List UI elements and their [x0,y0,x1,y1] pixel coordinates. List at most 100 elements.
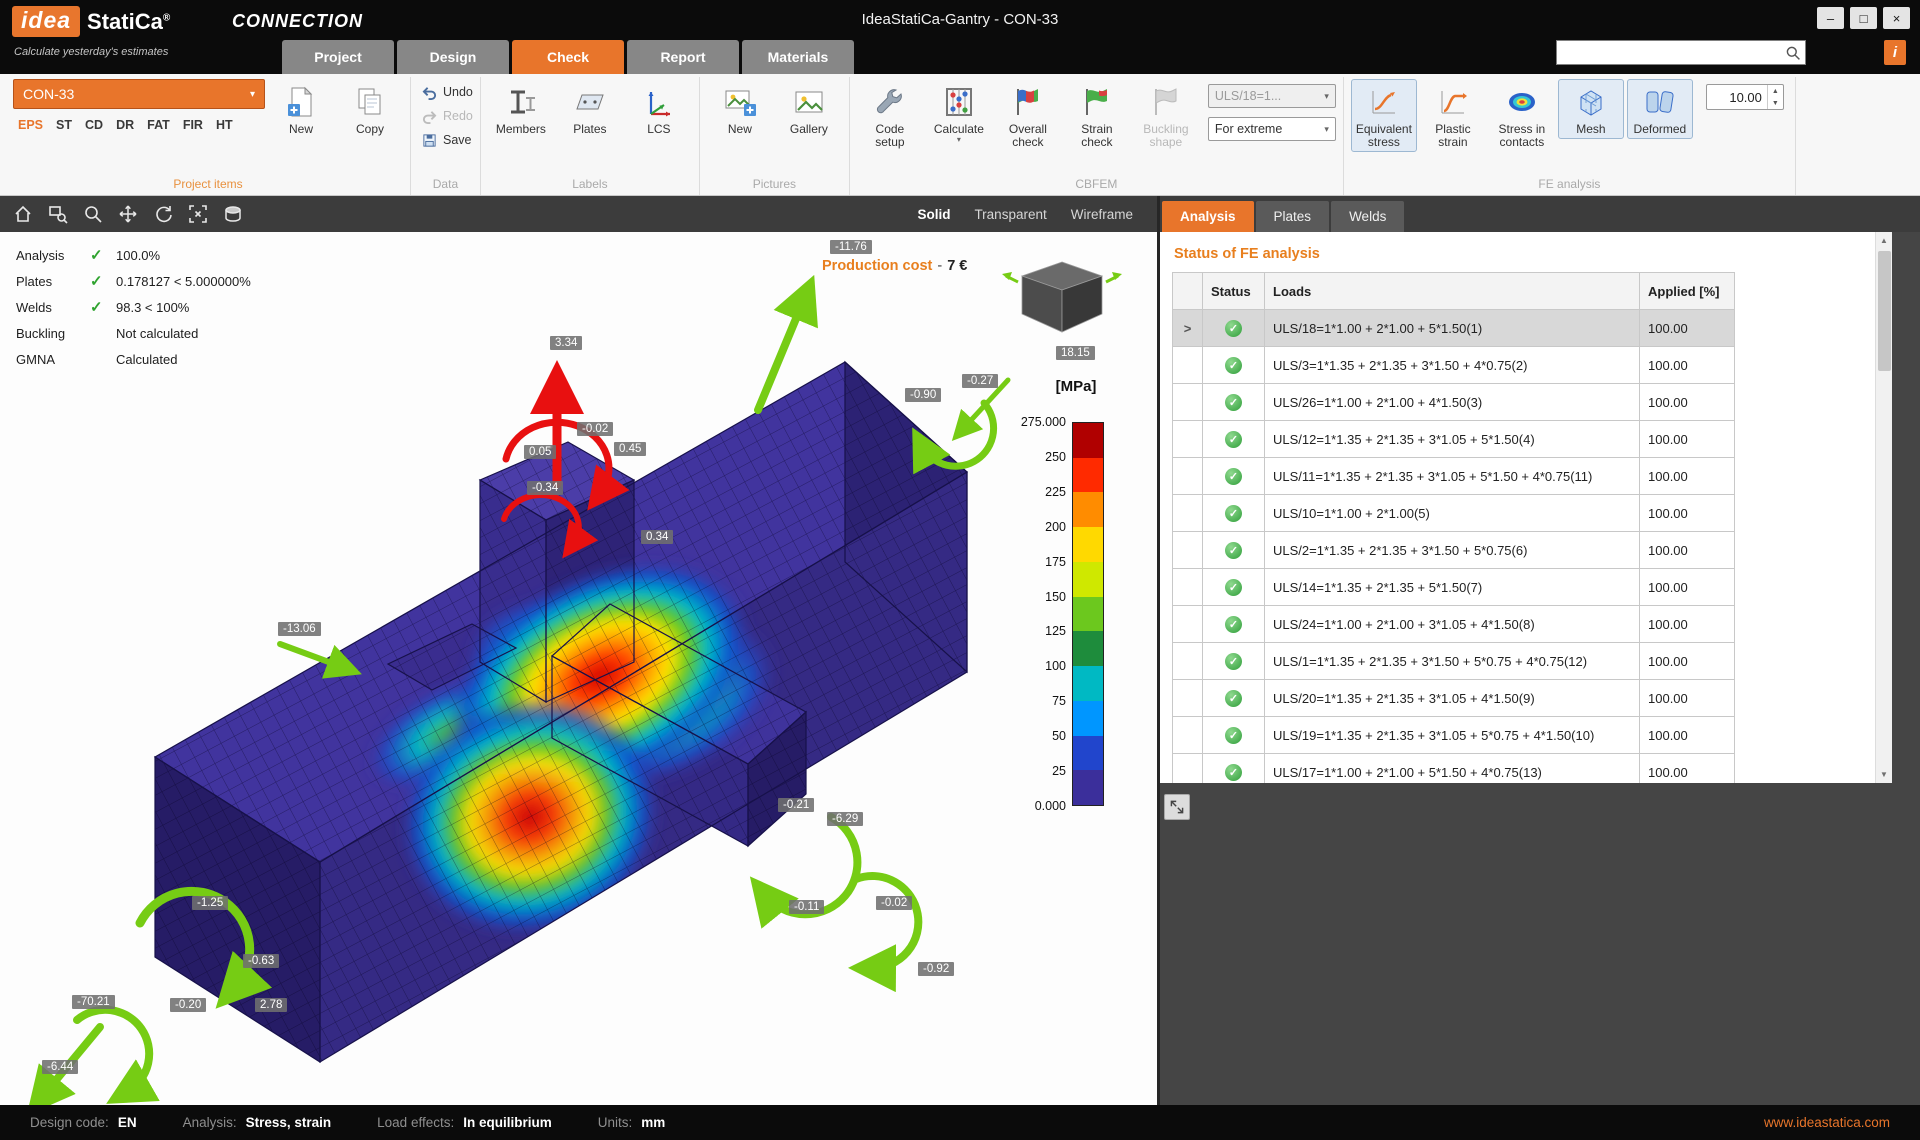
spinner-up-icon[interactable]: ▲ [1768,85,1783,97]
ribbon-tab-design[interactable]: Design [397,40,509,74]
fit-view-icon[interactable] [183,200,213,228]
mode-st[interactable]: ST [56,118,72,132]
calculate-button[interactable]: Calculate ▾ [926,79,992,147]
pan-icon[interactable] [113,200,143,228]
project-item-dropdown[interactable]: CON-33▾ [13,79,265,109]
lcs-labels-button[interactable]: LCS [626,79,692,139]
row-expander[interactable] [1173,643,1203,680]
panel-tab-welds[interactable]: Welds [1331,201,1404,232]
panel-tab-plates[interactable]: Plates [1256,201,1330,232]
panel-tab-analysis[interactable]: Analysis [1162,201,1254,232]
row-expander[interactable]: > [1173,310,1203,347]
row-expander[interactable] [1173,680,1203,717]
table-row[interactable]: ✓ULS/19=1*1.35 + 2*1.35 + 3*1.05 + 5*0.7… [1173,717,1735,754]
model-canvas[interactable]: Analysis✓100.0%Plates✓0.178127 < 5.00000… [0,232,1157,1105]
mode-fir[interactable]: FIR [183,118,203,132]
ribbon-tab-check[interactable]: Check [512,40,624,74]
mode-ht[interactable]: HT [216,118,233,132]
table-row[interactable]: ✓ULS/2=1*1.35 + 2*1.35 + 3*1.50 + 5*0.75… [1173,532,1735,569]
new-item-button[interactable]: New [268,79,334,139]
load-case-dropdown[interactable]: ULS/18=1...▾ [1208,84,1336,108]
table-row[interactable]: ✓ULS/14=1*1.35 + 2*1.35 + 5*1.50(7)100.0… [1173,569,1735,606]
scale-value[interactable]: 10.00 [1707,85,1767,109]
mode-eps[interactable]: EPS [18,118,43,132]
ribbon-tab-report[interactable]: Report [627,40,739,74]
panel-expand-button[interactable] [1164,794,1190,820]
section-cut-icon[interactable] [218,200,248,228]
table-row[interactable]: ✓ULS/20=1*1.35 + 2*1.35 + 3*1.05 + 4*1.5… [1173,680,1735,717]
equivalent-stress-button[interactable]: Equivalent stress [1351,79,1417,152]
ribbon-tab-materials[interactable]: Materials [742,40,854,74]
table-row[interactable]: >✓ULS/18=1*1.00 + 2*1.00 + 5*1.50(1)100.… [1173,310,1735,347]
deformed-icon [1643,85,1677,119]
close-button[interactable]: × [1883,7,1910,29]
plastic-strain-button[interactable]: Plastic strain [1420,79,1486,152]
new-picture-button[interactable]: New [707,79,773,139]
ribbon-tab-project[interactable]: Project [282,40,394,74]
status-item-value: 0.178127 < 5.000000% [116,274,251,289]
zoom-icon[interactable] [78,200,108,228]
row-expander[interactable] [1173,717,1203,754]
table-row[interactable]: ✓ULS/24=1*1.00 + 2*1.00 + 3*1.05 + 4*1.5… [1173,606,1735,643]
overall-check-button[interactable]: Overall check [995,79,1061,152]
plates-labels-button[interactable]: Plates [557,79,623,139]
maximize-button[interactable]: □ [1850,7,1877,29]
scale-segment [1073,527,1103,562]
table-row[interactable]: ✓ULS/12=1*1.35 + 2*1.35 + 3*1.05 + 5*1.5… [1173,421,1735,458]
stress-in-contacts-button[interactable]: Stress in contacts [1489,79,1555,152]
table-row[interactable]: ✓ULS/11=1*1.35 + 2*1.35 + 3*1.05 + 5*1.5… [1173,458,1735,495]
row-expander[interactable] [1173,569,1203,606]
rotate-icon[interactable] [148,200,178,228]
row-expander[interactable] [1173,495,1203,532]
members-labels-button[interactable]: Members [488,79,554,139]
deformed-button[interactable]: Deformed [1627,79,1693,139]
scrollbar-thumb[interactable] [1878,251,1891,371]
spinner-down-icon[interactable]: ▼ [1768,97,1783,109]
row-expander[interactable] [1173,384,1203,421]
scroll-up-icon[interactable]: ▲ [1876,232,1892,249]
row-status: ✓ [1203,680,1265,717]
table-row[interactable]: ✓ULS/10=1*1.00 + 2*1.00(5)100.00 [1173,495,1735,532]
gallery-button[interactable]: Gallery [776,79,842,139]
extreme-dropdown[interactable]: For extreme▾ [1208,117,1336,141]
home-view-icon[interactable] [8,200,38,228]
zoom-window-icon[interactable] [43,200,73,228]
table-row[interactable]: ✓ULS/3=1*1.35 + 2*1.35 + 3*1.50 + 4*0.75… [1173,347,1735,384]
row-expander[interactable] [1173,347,1203,384]
view-mode-wireframe[interactable]: Wireframe [1071,207,1133,222]
mode-cd[interactable]: CD [85,118,103,132]
mesh-button[interactable]: Mesh [1558,79,1624,139]
table-row[interactable]: ✓ULS/26=1*1.00 + 2*1.00 + 4*1.50(3)100.0… [1173,384,1735,421]
table-row[interactable]: ✓ULS/1=1*1.35 + 2*1.35 + 3*1.50 + 5*0.75… [1173,643,1735,680]
search-input[interactable] [1557,45,1781,60]
website-link[interactable]: www.ideastatica.com [1764,1115,1890,1130]
strain-check-button[interactable]: Strain check [1064,79,1130,152]
save-button[interactable]: Save [422,130,473,150]
panel-scrollbar[interactable]: ▲ ▼ [1875,232,1892,783]
idea-logo-box: idea [12,6,80,37]
minimize-button[interactable]: – [1817,7,1844,29]
view-mode-solid[interactable]: Solid [917,207,950,222]
row-status: ✓ [1203,458,1265,495]
calculate-dropdown-arrow[interactable]: ▾ [957,136,961,144]
undo-button[interactable]: Undo [422,82,473,102]
mode-dr[interactable]: DR [116,118,134,132]
code-setup-button[interactable]: Code setup [857,79,923,152]
mode-fat[interactable]: FAT [147,118,170,132]
row-expander[interactable] [1173,458,1203,495]
row-expander[interactable] [1173,754,1203,784]
navigation-cube[interactable] [1000,256,1124,357]
table-row[interactable]: ✓ULS/17=1*1.00 + 2*1.00 + 5*1.50 + 4*0.7… [1173,754,1735,784]
equivalent-stress-icon [1367,85,1401,119]
row-expander[interactable] [1173,606,1203,643]
row-expander[interactable] [1173,532,1203,569]
row-expander[interactable] [1173,421,1203,458]
info-button[interactable]: i [1884,40,1906,65]
copy-item-button[interactable]: Copy [337,79,403,139]
buckling-shape-button[interactable]: Buckling shape [1133,79,1199,152]
redo-button[interactable]: Redo [422,106,473,126]
view-mode-transparent[interactable]: Transparent [974,207,1046,222]
plastic-strain-label: Plastic strain [1423,123,1483,149]
scroll-down-icon[interactable]: ▼ [1876,766,1892,783]
search-icon[interactable] [1781,45,1805,61]
